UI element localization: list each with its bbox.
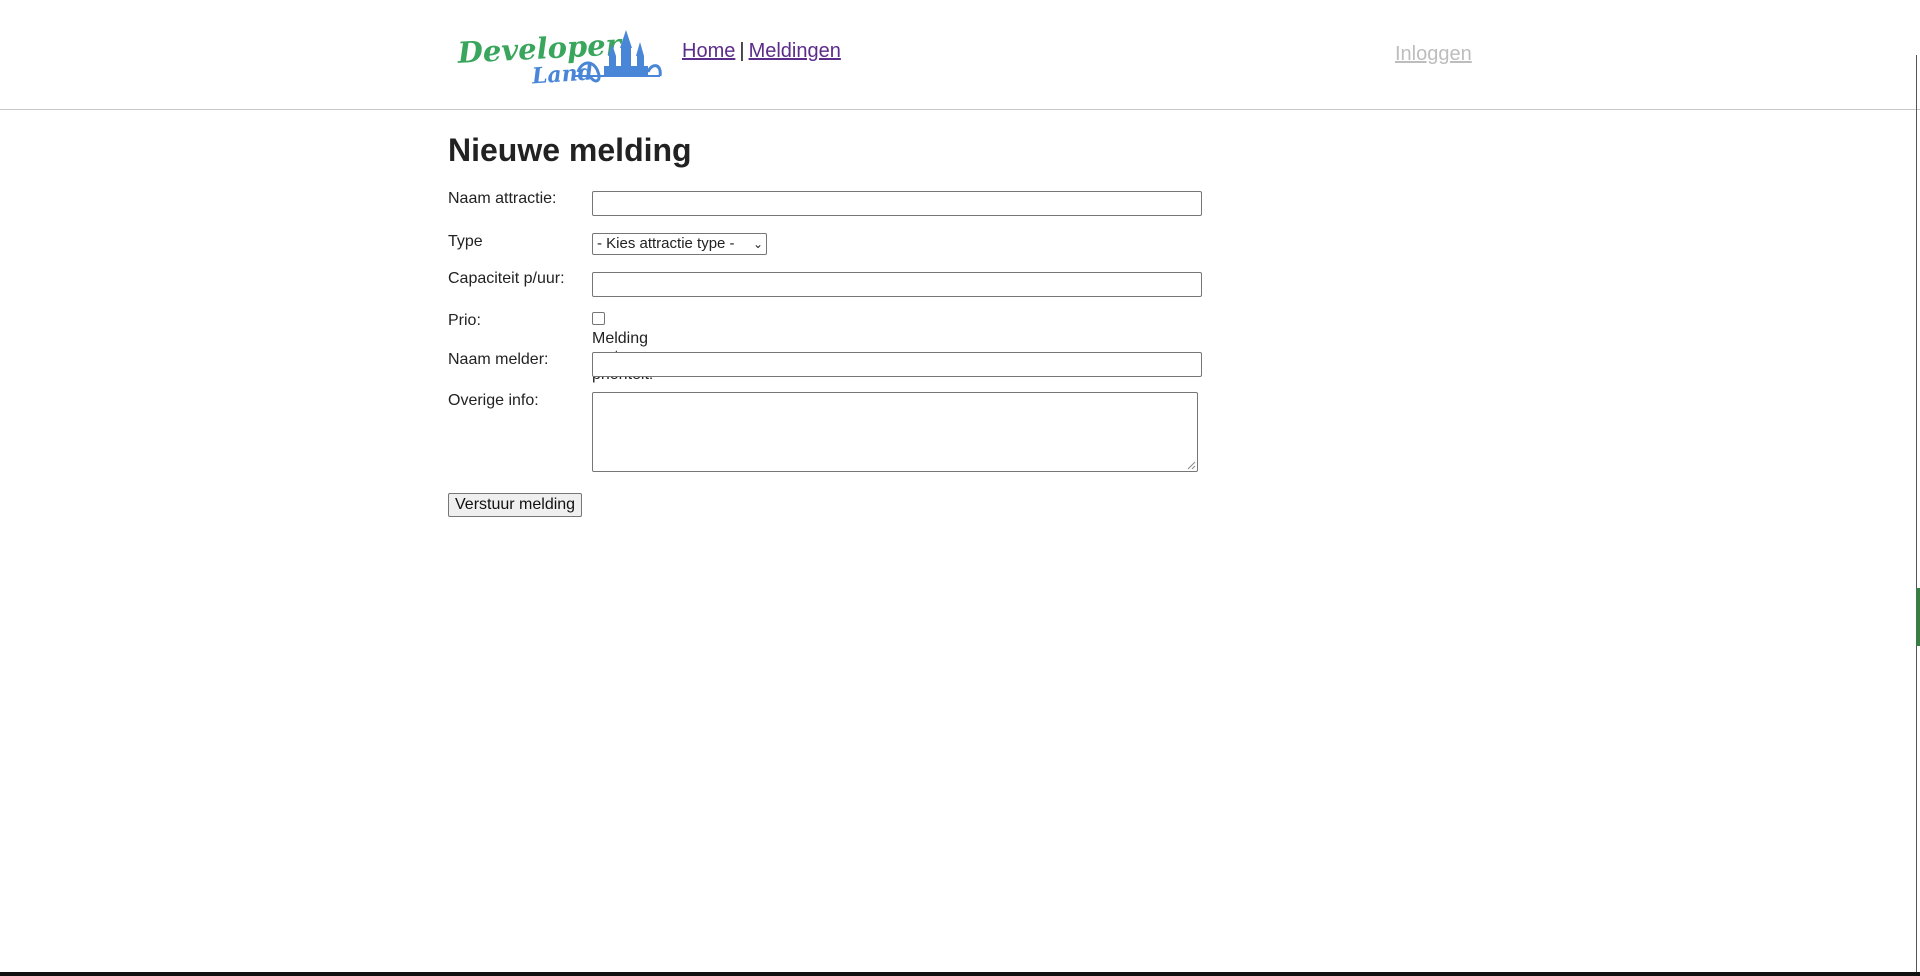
type-select[interactable]: - Kies attractie type - ⌄ [592,233,767,255]
naam-attractie-input[interactable] [592,191,1202,216]
page: Developer Land Home | Meldingen Inloggen… [0,0,1920,976]
prio-label: Prio: [448,312,481,329]
type-field-wrap: - Kies attractie type - ⌄ [592,233,767,255]
submit-button[interactable]: Verstuur melding [448,493,583,517]
overige-info-textarea[interactable] [592,392,1198,472]
type-select-value: - Kies attractie type - [597,235,735,252]
capaciteit-field-wrap [592,272,1202,297]
developer-land-logo[interactable]: Developer Land [454,26,666,90]
naam-melder-field-wrap [592,352,1202,377]
nav-home-link[interactable]: Home [682,40,735,62]
scrollbar-track[interactable] [1916,55,1917,975]
chevron-down-icon: ⌄ [750,234,763,254]
naam-melder-label: Naam melder: [448,351,549,368]
main-nav: Home | Meldingen [682,40,841,63]
nav-separator: | [739,40,745,62]
capaciteit-label: Capaciteit p/uur: [448,270,565,287]
overige-info-field-wrap [592,392,1198,472]
login-link[interactable]: Inloggen [1395,43,1472,66]
scrollbar-thumb[interactable] [1916,588,1920,646]
resize-grip-icon[interactable] [1187,461,1196,470]
logo-image: Developer Land [456,27,662,90]
prio-checkbox[interactable] [592,312,605,326]
naam-melder-input[interactable] [592,352,1202,377]
capaciteit-input[interactable] [592,272,1202,297]
naam-attractie-field-wrap [592,191,1202,216]
window-bottom-edge [0,972,1920,976]
naam-attractie-label: Naam attractie: [448,190,557,207]
nav-meldingen-link[interactable]: Meldingen [749,40,841,62]
page-title: Nieuwe melding [448,132,692,168]
main-content: Nieuwe melding Naam attractie: Type - Ki… [448,132,1208,517]
overige-info-label: Overige info: [448,392,539,409]
site-header: Developer Land Home | Meldingen Inloggen [0,0,1920,110]
type-label: Type [448,233,483,250]
